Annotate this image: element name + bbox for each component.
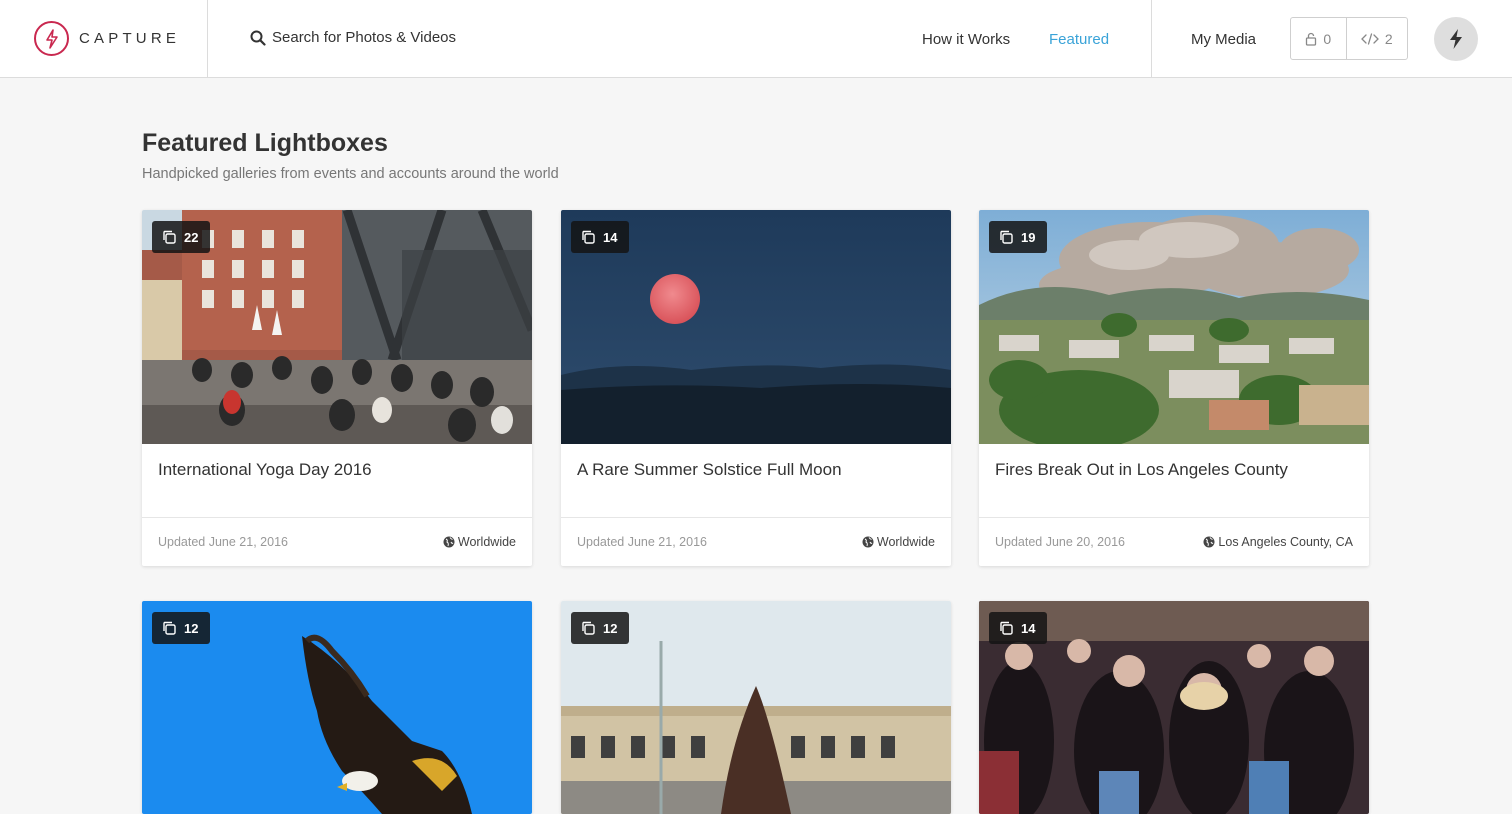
card-image[interactable]: 14 (979, 601, 1369, 814)
lightning-button[interactable] (1434, 17, 1478, 61)
lightbox-card[interactable]: 12 (142, 601, 532, 814)
lightbox-card[interactable]: 12 (561, 601, 951, 814)
card-image[interactable]: 22 (142, 210, 532, 444)
header-divider (1151, 0, 1152, 77)
card-location: Los Angeles County, CA (1203, 535, 1353, 549)
logo-text: CAPTURE (79, 30, 181, 47)
photo-count: 12 (603, 620, 618, 636)
search-input[interactable]: Search for Photos & Videos (250, 29, 456, 46)
card-title[interactable]: Fires Break Out in Los Angeles County (995, 460, 1288, 480)
page-subtitle: Handpicked galleries from events and acc… (142, 166, 559, 182)
card-image[interactable]: 12 (142, 601, 532, 814)
nav-featured[interactable]: Featured (1049, 31, 1109, 48)
embed-count: 2 (1384, 30, 1393, 47)
card-updated: Updated June 21, 2016 (158, 535, 288, 549)
copy-icon (163, 230, 176, 244)
embed-counter-button[interactable]: 2 (1347, 18, 1407, 59)
photo-count: 14 (603, 229, 618, 245)
copy-icon (163, 621, 176, 635)
card-updated: Updated June 21, 2016 (577, 535, 707, 549)
copy-icon (582, 230, 595, 244)
photo-count-badge: 22 (152, 221, 211, 253)
photo-count: 19 (1021, 229, 1036, 245)
card-title[interactable]: A Rare Summer Solstice Full Moon (577, 460, 842, 480)
card-title[interactable]: International Yoga Day 2016 (158, 460, 372, 480)
card-image[interactable]: 14 (561, 210, 951, 444)
lightbox-card[interactable]: 14 A Rare Summer Solstice Full Moon Upda… (561, 210, 951, 566)
lock-count: 0 (1323, 30, 1332, 47)
top-bar: CAPTURE Search for Photos & Videos How i… (0, 0, 1512, 78)
lightbox-card[interactable]: 19 Fires Break Out in Los Angeles County… (979, 210, 1369, 566)
search-label: Search for Photos & Videos (272, 29, 456, 46)
globe-icon (862, 536, 874, 548)
copy-icon (582, 621, 595, 635)
photo-count: 12 (184, 620, 199, 636)
search-icon (250, 30, 266, 46)
lightning-icon (1450, 29, 1462, 49)
card-image[interactable]: 12 (561, 601, 951, 814)
photo-count: 22 (184, 229, 199, 245)
card-location: Worldwide (443, 535, 516, 549)
copy-icon (1000, 230, 1013, 244)
card-footer: Updated June 21, 2016 Worldwide (142, 517, 532, 565)
globe-icon (1203, 536, 1215, 548)
lock-icon (1306, 32, 1317, 46)
photo-count-badge: 14 (571, 221, 630, 253)
photo-count-badge: 14 (989, 612, 1048, 644)
code-icon (1360, 32, 1379, 45)
lightbox-card[interactable]: 22 International Yoga Day 2016 Updated J… (142, 210, 532, 566)
photo-count-badge: 12 (152, 612, 211, 644)
media-counters: 0 2 (1290, 17, 1408, 60)
lightning-logo-icon (34, 21, 69, 56)
photo-count-badge: 19 (989, 221, 1048, 253)
card-footer: Updated June 20, 2016 Los Angeles County… (979, 517, 1369, 565)
copy-icon (1000, 621, 1013, 635)
nav-how-it-works[interactable]: How it Works (922, 31, 1010, 48)
card-location: Worldwide (862, 535, 935, 549)
nav-my-media[interactable]: My Media (1191, 31, 1256, 48)
card-footer: Updated June 21, 2016 Worldwide (561, 517, 951, 565)
card-image[interactable]: 19 (979, 210, 1369, 444)
logo[interactable]: CAPTURE (0, 0, 208, 77)
photo-count-badge: 12 (571, 612, 630, 644)
globe-icon (443, 536, 455, 548)
lock-counter-button[interactable]: 0 (1291, 18, 1347, 59)
photo-count: 14 (1021, 620, 1036, 636)
card-updated: Updated June 20, 2016 (995, 535, 1125, 549)
lightbox-card[interactable]: 14 (979, 601, 1369, 814)
page-title: Featured Lightboxes (142, 129, 388, 157)
